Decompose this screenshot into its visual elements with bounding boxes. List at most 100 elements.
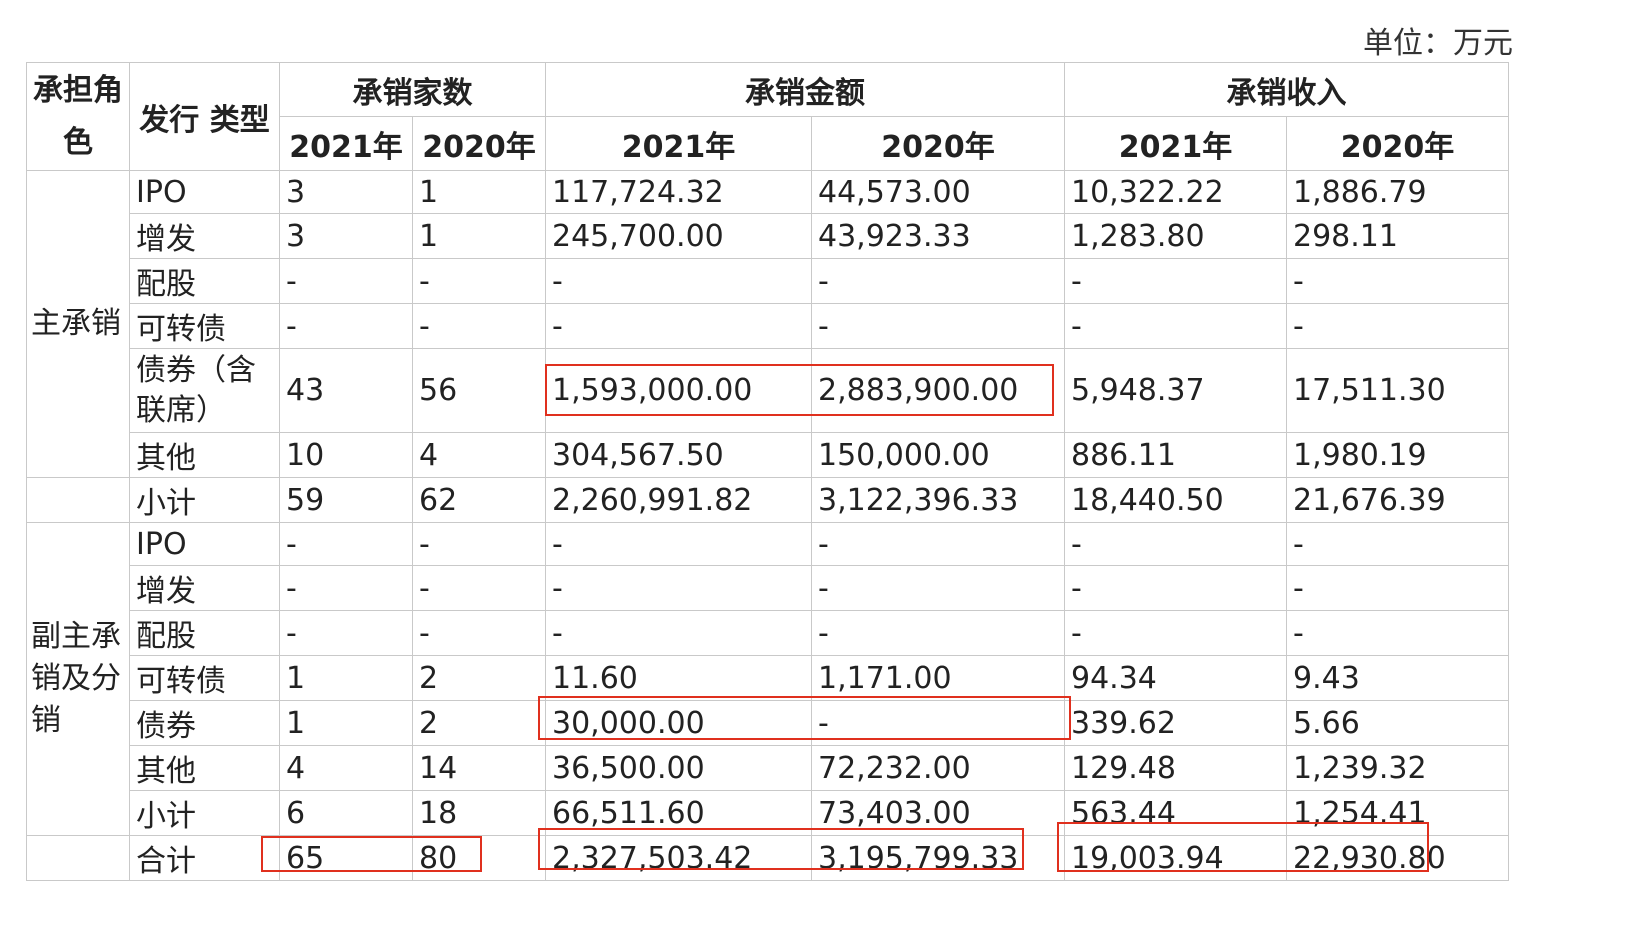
income-2020-cell: - — [1286, 303, 1509, 349]
income-2021-cell: 19,003.94 — [1064, 835, 1287, 881]
count-2021-cell: - — [279, 565, 413, 611]
count-2020-cell: - — [412, 522, 546, 566]
income-2021-cell: 886.11 — [1064, 432, 1287, 478]
amount-2020-cell: 150,000.00 — [811, 432, 1065, 478]
table-row: 配股 - - - - - - — [27, 610, 1509, 656]
amount-2021-cell: 2,260,991.82 — [545, 477, 812, 523]
count-2021-cell: - — [279, 522, 413, 566]
amount-2021-cell: 304,567.50 — [545, 432, 812, 478]
type-cell: 小计 — [129, 477, 280, 523]
amount-2020-cell: 1,171.00 — [811, 655, 1065, 701]
amount-2021-cell: 1,593,000.00 — [545, 348, 812, 433]
count-2021-cell: 3 — [279, 170, 413, 214]
amount-2020-cell: - — [811, 522, 1065, 566]
amount-2020-cell: 2,883,900.00 — [811, 348, 1065, 433]
count-2020-cell: 4 — [412, 432, 546, 478]
table-row: 可转债 - - - - - - — [27, 303, 1509, 349]
amount-2020-cell: - — [811, 610, 1065, 656]
header-count-2021: 2021年 — [279, 116, 413, 171]
type-cell: 小计 — [129, 790, 280, 836]
amount-2020-cell: 44,573.00 — [811, 170, 1065, 214]
amount-2021-cell: 2,327,503.42 — [545, 835, 812, 881]
role-cell-co: 副主承销及分销 — [26, 522, 130, 836]
income-2021-cell: 563.44 — [1064, 790, 1287, 836]
income-2020-cell: 17,511.30 — [1286, 348, 1509, 433]
count-2020-cell: - — [412, 565, 546, 611]
amount-2020-cell: 3,195,799.33 — [811, 835, 1065, 881]
table-row: 配股 - - - - - - — [27, 258, 1509, 304]
count-2020-cell: 62 — [412, 477, 546, 523]
count-2021-cell: 4 — [279, 745, 413, 791]
total-row: 合计 65 80 2,327,503.42 3,195,799.33 19,00… — [26, 835, 1509, 881]
type-cell: 配股 — [129, 258, 280, 304]
income-2021-cell: 129.48 — [1064, 745, 1287, 791]
type-cell: IPO — [129, 170, 280, 214]
type-cell: 增发 — [129, 213, 280, 259]
income-2020-cell: 1,239.32 — [1286, 745, 1509, 791]
count-2020-cell: 1 — [412, 170, 546, 214]
count-2021-cell: 65 — [279, 835, 413, 881]
count-2020-cell: 56 — [412, 348, 546, 433]
type-cell: 债券 — [129, 700, 280, 746]
count-2020-cell: 1 — [412, 213, 546, 259]
amount-2021-cell: 66,511.60 — [545, 790, 812, 836]
count-2021-cell: - — [279, 258, 413, 304]
amount-2021-cell: 11.60 — [545, 655, 812, 701]
income-2021-cell: 94.34 — [1064, 655, 1287, 701]
income-2020-cell: - — [1286, 522, 1509, 566]
income-2020-cell: 1,980.19 — [1286, 432, 1509, 478]
income-2020-cell: 9.43 — [1286, 655, 1509, 701]
income-2020-cell: - — [1286, 258, 1509, 304]
amount-2020-cell: - — [811, 700, 1065, 746]
income-2020-cell: 22,930.80 — [1286, 835, 1509, 881]
count-2021-cell: 6 — [279, 790, 413, 836]
header-role: 承担角色 — [26, 62, 130, 171]
amount-2021-cell: 245,700.00 — [545, 213, 812, 259]
header-amount-2020: 2020年 — [811, 116, 1065, 171]
income-2020-cell: - — [1286, 610, 1509, 656]
amount-2020-cell: - — [811, 258, 1065, 304]
header-income-2021: 2021年 — [1064, 116, 1287, 171]
table-row: 增发 - - - - - - — [27, 565, 1509, 611]
income-2021-cell: - — [1064, 522, 1287, 566]
amount-2021-cell: 36,500.00 — [545, 745, 812, 791]
amount-2020-cell: 3,122,396.33 — [811, 477, 1065, 523]
type-cell: 可转债 — [129, 655, 280, 701]
type-cell: 其他 — [129, 745, 280, 791]
unit-label: 单位：万元 — [1363, 26, 1513, 61]
income-2021-cell: 18,440.50 — [1064, 477, 1287, 523]
income-2020-cell: 1,886.79 — [1286, 170, 1509, 214]
amount-2021-cell: 30,000.00 — [545, 700, 812, 746]
income-2020-cell: 21,676.39 — [1286, 477, 1509, 523]
role-cell-lead: 主承销 — [26, 170, 130, 478]
type-cell: 合计 — [129, 835, 280, 881]
amount-2021-cell: - — [545, 522, 812, 566]
subtotal-row: 小计 6 18 66,511.60 73,403.00 563.44 1,254… — [27, 790, 1509, 836]
income-2021-cell: 5,948.37 — [1064, 348, 1287, 433]
table-row: 其他 4 14 36,500.00 72,232.00 129.48 1,239… — [27, 745, 1509, 791]
income-2021-cell: - — [1064, 610, 1287, 656]
table-row: 可转债 1 2 11.60 1,171.00 94.34 9.43 — [27, 655, 1509, 701]
count-2020-cell: - — [412, 610, 546, 656]
type-cell: 增发 — [129, 565, 280, 611]
income-2020-cell: 5.66 — [1286, 700, 1509, 746]
income-2021-cell: - — [1064, 565, 1287, 611]
amount-2021-cell: - — [545, 258, 812, 304]
table-row: 债券 1 2 30,000.00 - 339.62 5.66 — [27, 700, 1509, 746]
header-count: 承销家数 — [279, 62, 546, 117]
count-2020-cell: 2 — [412, 655, 546, 701]
count-2020-cell: - — [412, 303, 546, 349]
amount-2020-cell: 43,923.33 — [811, 213, 1065, 259]
table-row: 主承销 IPO 3 1 117,724.32 44,573.00 10,322.… — [26, 170, 1509, 478]
amount-2021-cell: - — [545, 565, 812, 611]
count-2020-cell: 18 — [412, 790, 546, 836]
income-2021-cell: 339.62 — [1064, 700, 1287, 746]
count-2021-cell: 43 — [279, 348, 413, 433]
amount-2020-cell: 72,232.00 — [811, 745, 1065, 791]
header-type: 发行 类型 — [129, 62, 280, 171]
income-2020-cell: 298.11 — [1286, 213, 1509, 259]
income-2020-cell: - — [1286, 565, 1509, 611]
count-2021-cell: 1 — [279, 655, 413, 701]
amount-2020-cell: 73,403.00 — [811, 790, 1065, 836]
table-row: 其他 10 4 304,567.50 150,000.00 886.11 1,9… — [27, 432, 1509, 478]
